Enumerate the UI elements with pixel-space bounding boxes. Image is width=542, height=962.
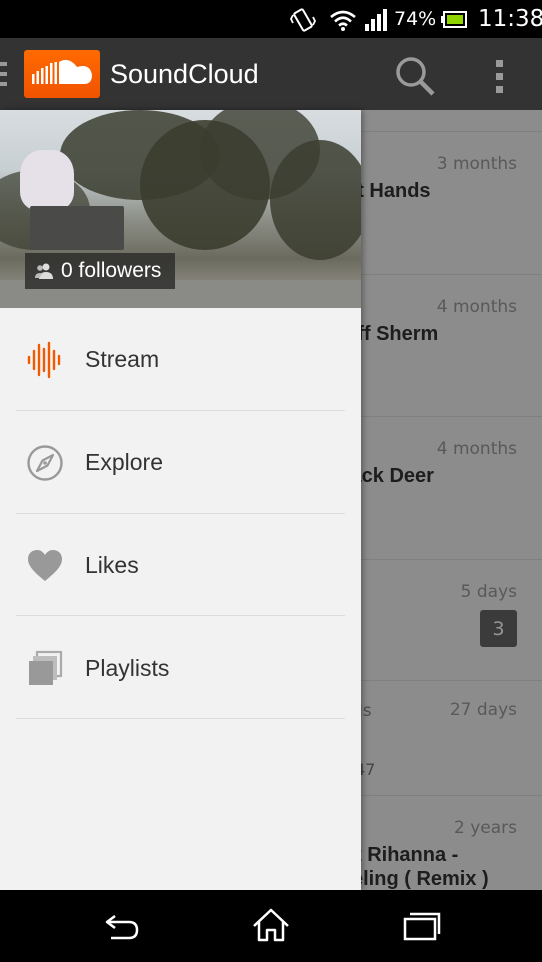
- profile-avatar: [20, 150, 74, 210]
- back-icon[interactable]: [97, 904, 147, 948]
- battery-percentage: 74%: [394, 8, 437, 30]
- overflow-menu-icon[interactable]: [480, 52, 520, 100]
- signal-icon: [365, 9, 387, 31]
- drawer-indicator-icon[interactable]: [0, 62, 7, 86]
- drawer-item-likes[interactable]: Likes: [0, 514, 361, 617]
- recent-apps-icon[interactable]: [396, 904, 446, 948]
- soundcloud-logo-icon[interactable]: [24, 50, 100, 98]
- drawer-item-label: Stream: [85, 346, 160, 372]
- followers-text: 0 followers: [61, 259, 162, 282]
- clock: 11:38: [478, 6, 542, 32]
- battery-icon: [441, 11, 467, 28]
- playlists-icon: [29, 650, 63, 685]
- status-bar: 74% 11:38: [0, 0, 542, 38]
- drawer-menu: Stream Explore Likes Playlists: [0, 308, 361, 720]
- drawer-item-label: Playlists: [85, 655, 170, 681]
- search-icon[interactable]: [390, 52, 438, 100]
- home-icon[interactable]: [246, 904, 296, 948]
- action-bar: SoundCloud: [0, 38, 542, 110]
- navigation-drawer: 0 followers Stream Explore Likes Playlis…: [0, 110, 361, 890]
- divider: [16, 615, 345, 616]
- divider: [16, 718, 345, 719]
- person-icon: [35, 263, 53, 279]
- system-nav-bar: [0, 890, 542, 962]
- heart-icon: [28, 550, 62, 581]
- followers-count[interactable]: 0 followers: [25, 253, 176, 289]
- compass-icon: [27, 445, 63, 481]
- drawer-item-label: Explore: [85, 449, 163, 475]
- username-redacted: [30, 206, 124, 250]
- profile-header[interactable]: 0 followers: [0, 110, 361, 308]
- drawer-item-playlists[interactable]: Playlists: [0, 617, 361, 720]
- drawer-item-explore[interactable]: Explore: [0, 411, 361, 514]
- drawer-item-label: Likes: [85, 552, 139, 578]
- wifi-icon: [330, 10, 356, 31]
- app-title: SoundCloud: [110, 58, 259, 89]
- drawer-item-stream[interactable]: Stream: [0, 308, 361, 411]
- vibrate-icon: [290, 8, 316, 32]
- stream-waveform-icon: [27, 341, 61, 379]
